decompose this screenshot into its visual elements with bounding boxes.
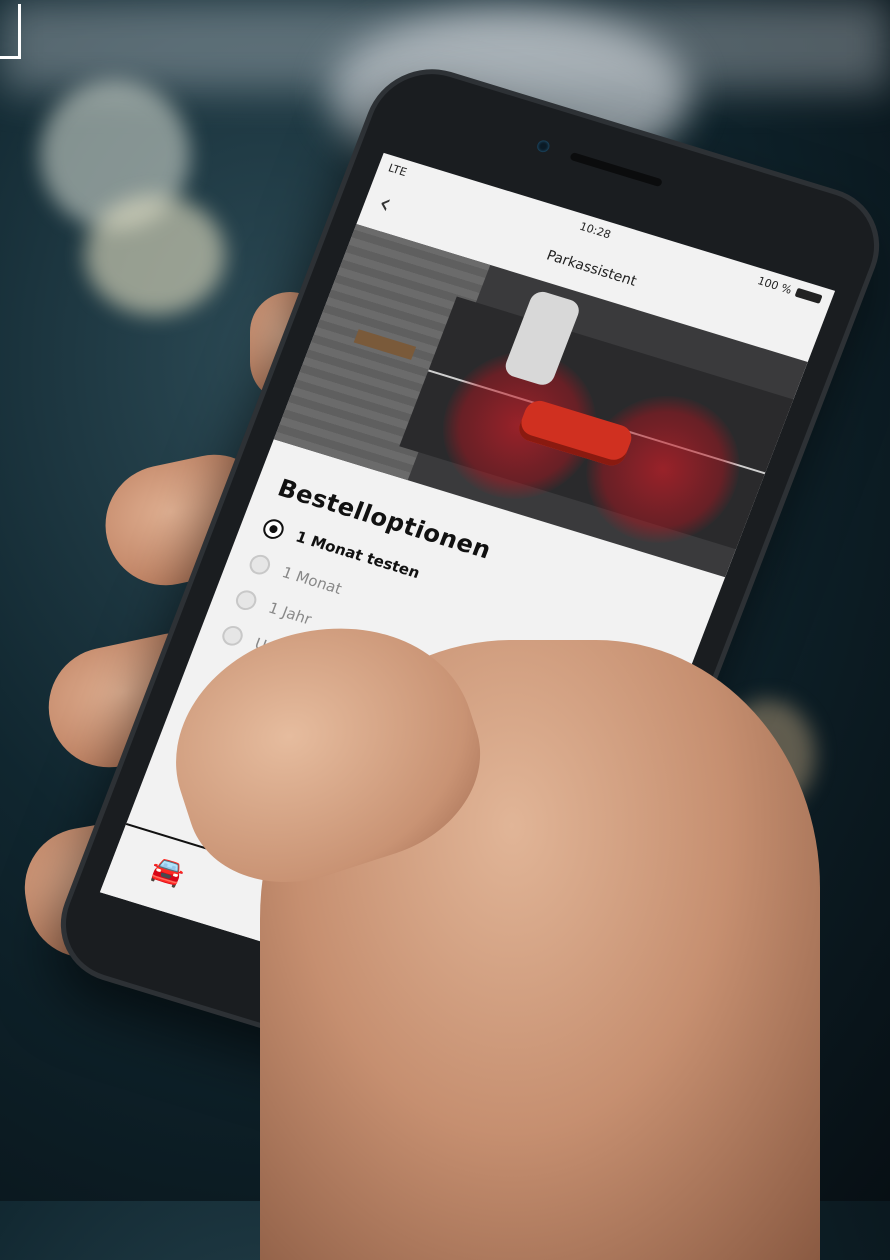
radio-icon[interactable] [233, 587, 260, 613]
bokeh-light [85, 195, 225, 315]
car-icon[interactable]: 🚘 [147, 853, 189, 891]
option-label: 1 Monat [279, 563, 345, 598]
radio-icon[interactable] [246, 552, 273, 577]
front-camera [535, 138, 552, 154]
battery-icon [794, 287, 823, 304]
option-label: 1 Jahr [265, 598, 315, 629]
signal-indicator: LTE [386, 161, 409, 179]
battery-percent: 100 % [755, 274, 794, 297]
corner-mark [0, 4, 21, 59]
status-time: 10:28 [577, 219, 613, 242]
earpiece-speaker [569, 151, 663, 188]
radio-selected-icon[interactable] [260, 516, 287, 542]
radio-icon[interactable] [219, 623, 246, 649]
